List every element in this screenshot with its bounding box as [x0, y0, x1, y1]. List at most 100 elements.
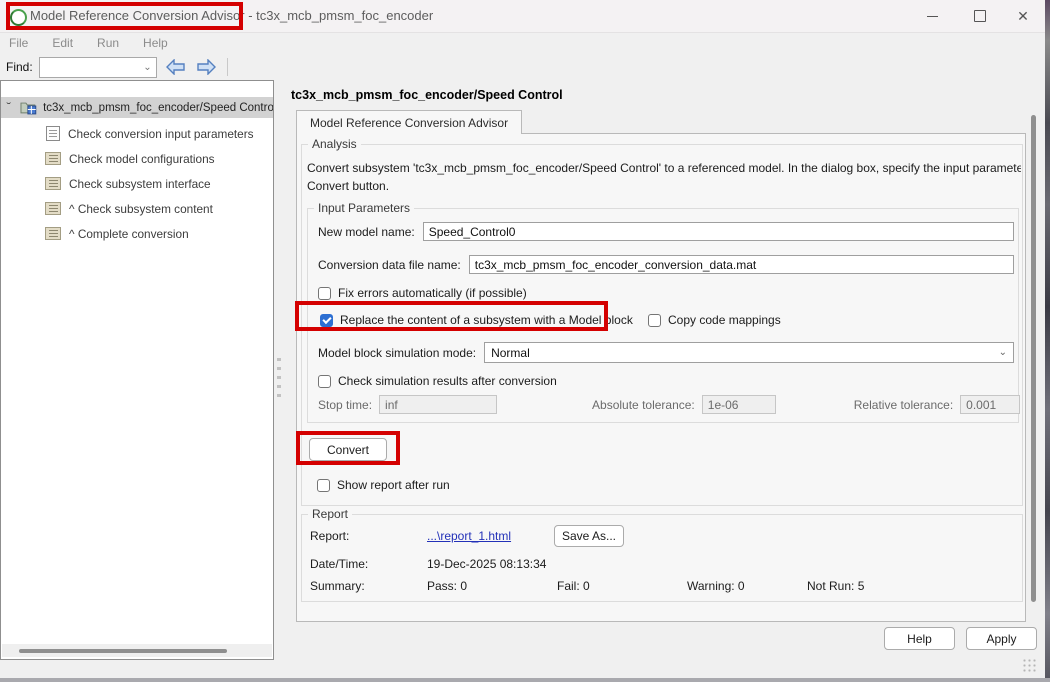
simulation-mode-dropdown[interactable]: Normal ⌄ [484, 342, 1014, 363]
tree-item-complete-conversion[interactable]: ^ Complete conversion [1, 221, 273, 246]
document-icon [46, 126, 60, 141]
summary-fail: Fail: 0 [557, 579, 687, 593]
tree-scrollbar-thumb[interactable] [19, 649, 227, 653]
conversion-data-file-label: Conversion data file name: [318, 258, 461, 272]
resize-grip[interactable] [1022, 658, 1036, 672]
convert-button[interactable]: Convert [309, 438, 387, 461]
find-label: Find: [6, 60, 33, 74]
replace-content-checkbox[interactable] [320, 314, 333, 327]
relative-tolerance-input [960, 395, 1020, 414]
find-previous-button[interactable] [165, 58, 187, 76]
title-bar: Model Reference Conversion Advisor - tc3… [0, 0, 1045, 33]
summary-warning: Warning: 0 [687, 579, 807, 593]
help-button[interactable]: Help [884, 627, 955, 650]
analysis-description-line2: Convert button. [307, 179, 1021, 193]
tree-item-label: ^ Complete conversion [69, 227, 189, 241]
tree-horizontal-scrollbar[interactable] [2, 644, 272, 657]
conversion-data-file-input[interactable] [469, 255, 1014, 274]
window-title: Model Reference Conversion Advisor - tc3… [30, 8, 433, 23]
tree-root-item[interactable]: ˇ tc3x_mcb_pmsm_foc_encoder/Speed Contro… [1, 97, 273, 118]
app-icon [10, 9, 27, 26]
find-next-button[interactable] [195, 58, 217, 76]
simulation-mode-value: Normal [491, 346, 999, 360]
show-report-checkbox[interactable] [317, 479, 330, 492]
report-legend: Report [308, 507, 352, 521]
copy-code-mappings-label: Copy code mappings [668, 313, 781, 327]
save-as-button[interactable]: Save As... [554, 525, 624, 547]
tree-item-check-subsystem-content[interactable]: ^ Check subsystem content [1, 196, 273, 221]
report-group: Report Report: ...\report_1.html Save As… [301, 514, 1023, 602]
minimize-button[interactable] [910, 0, 954, 32]
find-input[interactable]: ⌄ [39, 57, 157, 78]
fix-errors-checkbox[interactable] [318, 287, 331, 300]
panel-splitter[interactable] [276, 358, 282, 404]
check-sim-results-checkbox-row[interactable]: Check simulation results after conversio… [318, 374, 557, 388]
fix-errors-checkbox-row[interactable]: Fix errors automatically (if possible) [318, 286, 527, 300]
copy-code-mappings-checkbox[interactable] [648, 314, 661, 327]
absolute-tolerance-label: Absolute tolerance: [592, 398, 695, 412]
model-folder-icon [20, 100, 38, 115]
summary-pass: Pass: 0 [427, 579, 557, 593]
report-label: Report: [310, 529, 427, 543]
input-parameters-legend: Input Parameters [314, 201, 414, 215]
check-sim-results-checkbox[interactable] [318, 375, 331, 388]
absolute-tolerance-input [702, 395, 776, 414]
window-bottom-edge [0, 678, 1050, 682]
close-icon: ✕ [1017, 8, 1029, 25]
show-report-label: Show report after run [337, 478, 450, 492]
minimize-icon [927, 16, 938, 17]
chevron-down-icon: ⌄ [999, 347, 1007, 358]
apply-button[interactable]: Apply [966, 627, 1037, 650]
toolbar-separator [227, 58, 228, 76]
menu-bar: File Edit Run Help [0, 32, 1050, 54]
close-button[interactable]: ✕ [1001, 0, 1045, 32]
chevron-down-icon: ⌄ [143, 62, 151, 73]
simulation-mode-label: Model block simulation mode: [318, 346, 476, 360]
page-title: tc3x_mcb_pmsm_foc_encoder/Speed Control [291, 88, 563, 102]
tree-item-check-model-configurations[interactable]: Check model configurations [1, 146, 273, 171]
tab-model-reference-conversion-advisor[interactable]: Model Reference Conversion Advisor [296, 110, 522, 134]
arrow-left-icon [166, 59, 186, 75]
analysis-description-line1: Convert subsystem 'tc3x_mcb_pmsm_foc_enc… [307, 161, 1021, 175]
replace-content-checkbox-row[interactable]: Replace the content of a subsystem with … [320, 313, 633, 327]
analysis-legend: Analysis [308, 137, 361, 151]
tree-item-label: ^ Check subsystem content [69, 202, 213, 216]
new-model-name-label: New model name: [318, 225, 415, 239]
arrow-right-icon [196, 59, 216, 75]
checklist-icon [45, 227, 61, 240]
checklist-icon [45, 202, 61, 215]
tree-item-label: Check conversion input parameters [68, 127, 254, 141]
show-report-checkbox-row[interactable]: Show report after run [317, 478, 450, 492]
menu-run[interactable]: Run [97, 36, 119, 50]
tree-item-label: Check subsystem interface [69, 177, 211, 191]
menu-help[interactable]: Help [143, 36, 168, 50]
tree-root-label: tc3x_mcb_pmsm_foc_encoder/Speed Control [43, 102, 273, 114]
check-sim-results-label: Check simulation results after conversio… [338, 374, 557, 388]
tree-item-check-subsystem-interface[interactable]: Check subsystem interface [1, 171, 273, 196]
maximize-icon [974, 10, 986, 22]
desktop-edge-sliver [1045, 0, 1050, 682]
checklist-icon [45, 152, 61, 165]
menu-file[interactable]: File [9, 36, 28, 50]
tree-item-check-input-parameters[interactable]: Check conversion input parameters [1, 121, 273, 146]
main-vertical-scrollbar[interactable] [1031, 115, 1036, 602]
replace-content-label: Replace the content of a subsystem with … [340, 313, 633, 327]
stop-time-input [379, 395, 497, 414]
advisor-tree-panel: ˇ tc3x_mcb_pmsm_foc_encoder/Speed Contro… [0, 80, 274, 660]
stop-time-label: Stop time: [318, 398, 372, 412]
datetime-label: Date/Time: [310, 557, 427, 571]
checklist-icon [45, 177, 61, 190]
tree-item-label: Check model configurations [69, 152, 215, 166]
fix-errors-label: Fix errors automatically (if possible) [338, 286, 527, 300]
new-model-name-input[interactable] [423, 222, 1014, 241]
report-link[interactable]: ...\report_1.html [427, 529, 554, 543]
input-parameters-group: Input Parameters New model name: Convers… [307, 208, 1019, 423]
menu-edit[interactable]: Edit [52, 36, 73, 50]
datetime-value: 19-Dec-2025 08:13:34 [427, 557, 546, 571]
relative-tolerance-label: Relative tolerance: [854, 398, 953, 412]
chevron-expand-icon[interactable]: ˇ [6, 102, 11, 113]
summary-notrun: Not Run: 5 [807, 579, 864, 593]
copy-code-mappings-checkbox-row[interactable]: Copy code mappings [648, 313, 781, 327]
find-toolbar: Find: ⌄ [0, 54, 1045, 80]
maximize-button[interactable] [958, 0, 1002, 32]
